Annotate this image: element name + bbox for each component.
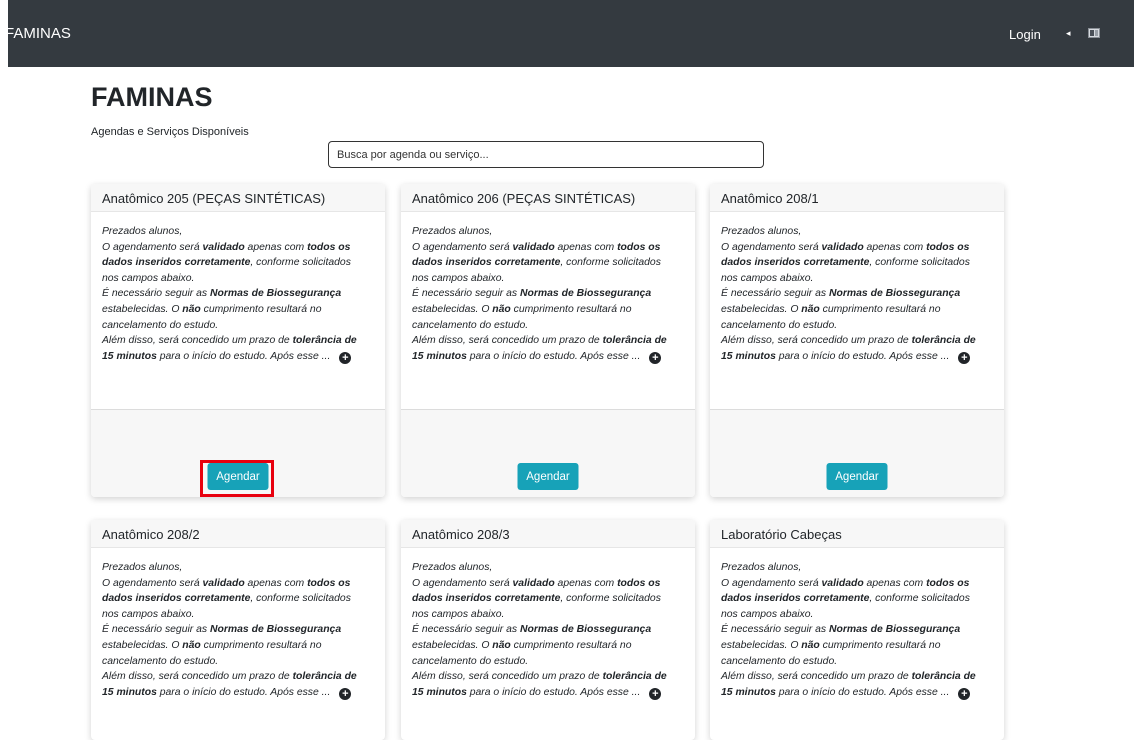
top-navbar: FAMINAS Login ◂ <box>0 0 1134 67</box>
expand-more-icon[interactable]: + <box>339 687 352 700</box>
service-card: Laboratório Cabeças Prezados alunos, O a… <box>710 520 1004 740</box>
expand-more-icon[interactable]: + <box>339 351 352 364</box>
card-title: Anatômico 208/1 <box>710 184 1004 212</box>
service-card: Anatômico 205 (PEÇAS SINTÉTICAS) Prezado… <box>91 184 385 497</box>
caret-left-icon[interactable]: ◂ <box>1066 27 1071 40</box>
expand-more-icon[interactable]: + <box>958 351 971 364</box>
card-description: Prezados alunos, O agendamento será vali… <box>721 226 976 364</box>
service-card: Anatômico 208/3 Prezados alunos, O agend… <box>401 520 695 740</box>
expand-more-icon[interactable]: + <box>649 687 662 700</box>
service-card: Anatômico 206 (PEÇAS SINTÉTICAS) Prezado… <box>401 184 695 497</box>
card-footer: Agendar <box>710 409 1004 497</box>
card-title: Anatômico 205 (PEÇAS SINTÉTICAS) <box>91 184 385 212</box>
card-description: Prezados alunos, O agendamento será vali… <box>412 562 667 700</box>
card-description: Prezados alunos, O agendamento será vali… <box>721 562 976 700</box>
navbar-brand[interactable]: FAMINAS <box>5 25 71 42</box>
card-title: Anatômico 208/2 <box>91 520 385 548</box>
service-card: Anatômico 208/1 Prezados alunos, O agend… <box>710 184 1004 497</box>
expand-more-icon[interactable]: + <box>958 687 971 700</box>
service-card: Anatômico 208/2 Prezados alunos, O agend… <box>91 520 385 740</box>
card-footer: Agendar <box>91 409 385 497</box>
search-input[interactable] <box>328 141 764 168</box>
language-flag-icon[interactable] <box>1088 28 1100 38</box>
card-title: Laboratório Cabeças <box>710 520 1004 548</box>
card-description: Prezados alunos, O agendamento será vali… <box>412 226 667 364</box>
card-title: Anatômico 208/3 <box>401 520 695 548</box>
agendar-button[interactable]: Agendar <box>207 463 269 490</box>
agendar-button[interactable]: Agendar <box>826 463 888 490</box>
card-description: Prezados alunos, O agendamento será vali… <box>102 226 357 364</box>
page-title: FAMINAS <box>91 82 213 112</box>
card-description: Prezados alunos, O agendamento será vali… <box>102 562 357 700</box>
card-title: Anatômico 206 (PEÇAS SINTÉTICAS) <box>401 184 695 212</box>
page-subtitle: Agendas e Serviços Disponíveis <box>91 126 249 138</box>
card-footer: Agendar <box>401 409 695 497</box>
login-link[interactable]: Login <box>1009 27 1041 42</box>
expand-more-icon[interactable]: + <box>649 351 662 364</box>
agendar-button[interactable]: Agendar <box>517 463 579 490</box>
